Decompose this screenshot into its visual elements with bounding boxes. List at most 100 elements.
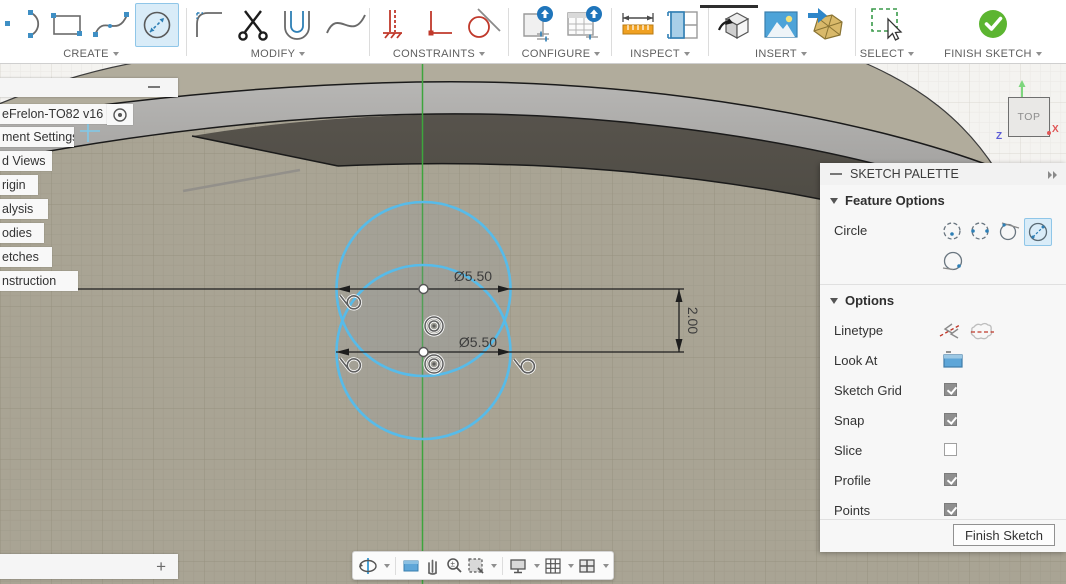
- navbar-separator: [395, 557, 396, 575]
- caret-icon: [908, 52, 914, 56]
- section-analysis-icon[interactable]: [663, 5, 703, 45]
- horizontal-vertical-constraint-icon[interactable]: [418, 5, 458, 45]
- section-options[interactable]: Options: [830, 293, 894, 308]
- linetype-label: Linetype: [834, 323, 883, 338]
- browser-item-document-settings[interactable]: ment Settings: [0, 127, 74, 147]
- tangent-constraint-icon[interactable]: [462, 5, 504, 45]
- circle-tool-icon[interactable]: [139, 7, 175, 43]
- browser-item-sketches[interactable]: etches: [0, 247, 52, 267]
- caret-icon: [801, 52, 807, 56]
- sketch-grid-label: Sketch Grid: [834, 383, 902, 398]
- view-cube[interactable]: TOP: [1008, 97, 1050, 137]
- dimension-diameter-bottom[interactable]: Ø5.50: [459, 334, 497, 350]
- arc-tool-icon[interactable]: [3, 5, 43, 45]
- configure-menu[interactable]: CONFIGURE: [512, 48, 610, 60]
- select-menu[interactable]: SELECT: [856, 48, 918, 60]
- configure-feature-icon[interactable]: [517, 4, 559, 46]
- caret-icon[interactable]: [491, 564, 497, 568]
- finish-sketch-menu[interactable]: FINISH SKETCH: [920, 48, 1066, 60]
- browser-item-construction[interactable]: nstruction: [0, 271, 78, 291]
- add-icon[interactable]: +: [156, 557, 166, 577]
- configuration-table-icon[interactable]: [563, 4, 605, 46]
- dimension-diameter-top[interactable]: Ø5.50: [454, 268, 492, 284]
- finish-sketch-icon[interactable]: [973, 5, 1013, 45]
- toolbar-separator: [508, 8, 509, 56]
- display-settings-icon[interactable]: [508, 556, 527, 576]
- collapse-triangle-icon: [830, 198, 838, 204]
- toolbar-group-modify: MODIFY: [190, 0, 366, 63]
- offset-tool-icon[interactable]: [277, 5, 319, 45]
- caret-icon[interactable]: [384, 564, 390, 568]
- look-at-icon[interactable]: [942, 349, 966, 373]
- palette-header[interactable]: SKETCH PALETTE: [820, 163, 1066, 185]
- zoom-window-icon[interactable]: [466, 556, 485, 576]
- fillet-tool-icon[interactable]: [190, 5, 229, 45]
- browser-header-bar[interactable]: [0, 78, 178, 97]
- spline-tool-icon[interactable]: [91, 5, 131, 45]
- center-circle-icon[interactable]: [944, 223, 960, 239]
- caret-icon[interactable]: [568, 564, 574, 568]
- insert-canvas-icon[interactable]: [760, 4, 802, 46]
- profile-checkbox[interactable]: [944, 473, 957, 486]
- viewports-icon[interactable]: [577, 556, 596, 576]
- edit-spline-tool-icon[interactable]: [324, 5, 366, 45]
- measure-tool-icon[interactable]: [617, 5, 659, 45]
- insert-menu[interactable]: INSERT: [710, 48, 852, 60]
- modify-menu[interactable]: MODIFY: [190, 48, 366, 60]
- two-point-circle-icon[interactable]: [971, 223, 989, 239]
- toolbar-group-select: SELECT: [856, 0, 918, 63]
- toolbar-group-configure: CONFIGURE: [512, 0, 610, 63]
- two-tangent-circle-icon[interactable]: [1001, 223, 1020, 240]
- grid-settings-icon[interactable]: [543, 556, 562, 576]
- create-menu[interactable]: CREATE: [0, 48, 182, 60]
- centerline-icon[interactable]: [971, 324, 994, 339]
- browser-item-visibility[interactable]: [107, 104, 133, 125]
- pan-icon[interactable]: [423, 556, 442, 576]
- rectangle-tool-icon[interactable]: [47, 5, 87, 45]
- select-tool-icon[interactable]: [864, 4, 910, 46]
- toolbar-group-inspect: INSPECT: [613, 0, 707, 63]
- browser-item-named-views[interactable]: d Views: [0, 151, 52, 171]
- caret-icon: [479, 52, 485, 56]
- minimize-icon[interactable]: [148, 86, 160, 88]
- finish-sketch-button[interactable]: Finish Sketch: [953, 524, 1055, 546]
- caret-icon[interactable]: [603, 564, 609, 568]
- minimize-icon[interactable]: [830, 173, 842, 175]
- browser-item-document[interactable]: eFrelon-TO82 v16: [0, 104, 108, 124]
- sketch-grid-checkbox[interactable]: [944, 383, 957, 396]
- browser-item-origin[interactable]: rigin: [0, 175, 38, 195]
- inspect-menu[interactable]: INSPECT: [613, 48, 707, 60]
- browser-item-analysis[interactable]: alysis: [0, 199, 48, 219]
- slice-checkbox[interactable]: [944, 443, 957, 456]
- browser-item-bodies[interactable]: odies: [0, 223, 44, 243]
- viewcube-x-axis-dot: [1046, 129, 1054, 137]
- timeline-bar[interactable]: +: [0, 554, 178, 579]
- toolbar-group-create: CREATE: [0, 0, 182, 63]
- points-label: Points: [834, 503, 870, 518]
- insert-derive-icon[interactable]: [714, 4, 756, 46]
- expand-right-icon[interactable]: [1048, 171, 1060, 179]
- snap-checkbox[interactable]: [944, 413, 957, 426]
- insert-mesh-icon[interactable]: [806, 4, 848, 46]
- toolbar-group-constraints: CONSTRAINTS: [373, 0, 505, 63]
- trim-tool-icon[interactable]: [233, 5, 274, 45]
- toolbar-group-finish-sketch: FINISH SKETCH: [920, 0, 1066, 63]
- caret-icon[interactable]: [534, 564, 540, 568]
- dimension-vertical-offset[interactable]: 2.00: [685, 307, 701, 334]
- look-at-icon[interactable]: [401, 556, 420, 576]
- circle-diameter-option-active[interactable]: [1024, 218, 1052, 246]
- circle-center-point-bottom[interactable]: [419, 348, 428, 357]
- caret-icon: [684, 52, 690, 56]
- section-feature-options[interactable]: Feature Options: [830, 193, 945, 208]
- three-tangent-circle-icon[interactable]: [940, 249, 966, 273]
- circle-tool-active-highlight[interactable]: [135, 3, 179, 47]
- zoom-icon[interactable]: ±: [444, 556, 463, 576]
- points-checkbox[interactable]: [944, 503, 957, 516]
- constraints-menu[interactable]: CONSTRAINTS: [373, 48, 505, 60]
- toolbar-separator: [708, 8, 709, 56]
- fix-constraint-icon[interactable]: [374, 5, 414, 45]
- orbit-icon[interactable]: [357, 556, 377, 576]
- circle-center-point-top[interactable]: [419, 285, 428, 294]
- construction-line-icon[interactable]: [940, 324, 960, 338]
- view-cube-face-label: TOP: [1018, 111, 1041, 123]
